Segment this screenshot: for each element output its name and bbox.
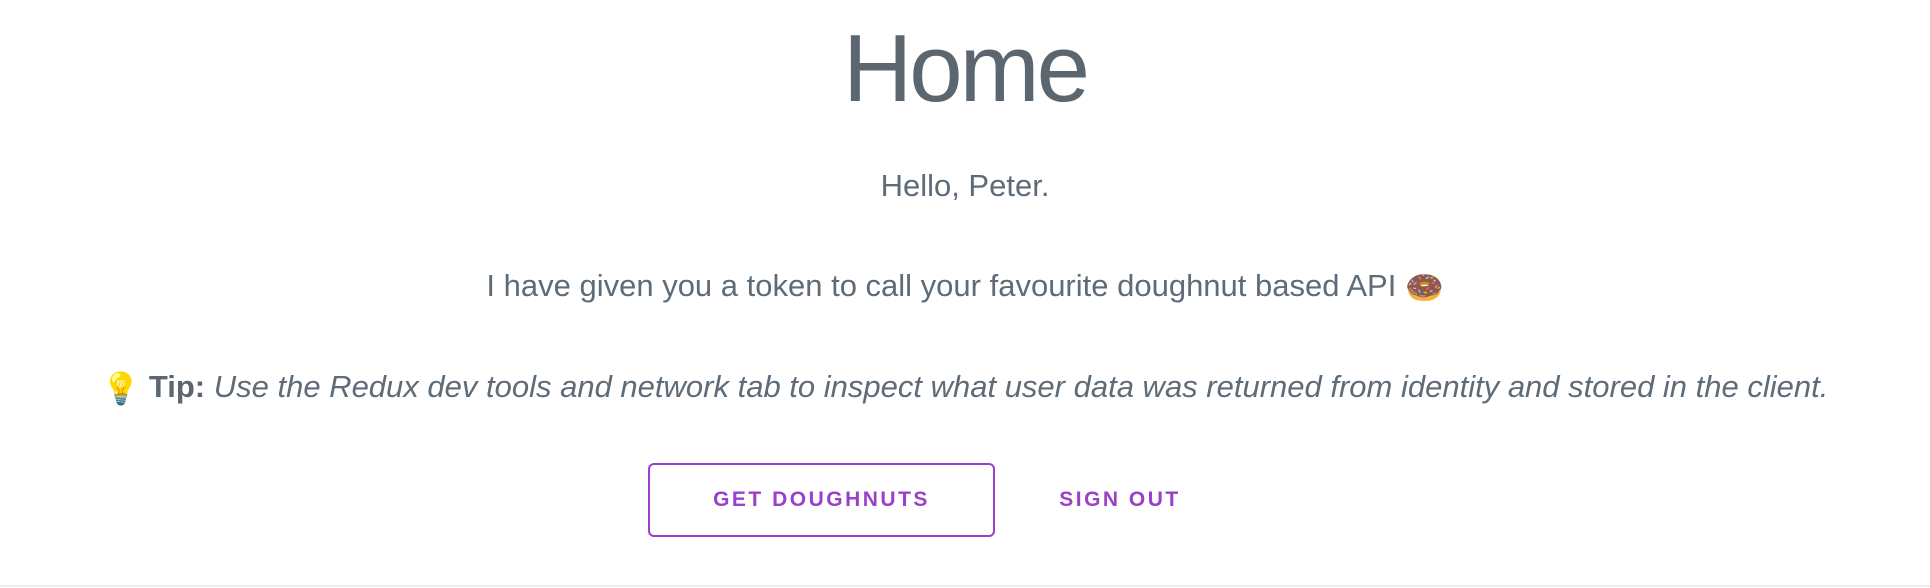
sign-out-button[interactable]: SIGN OUT (1040, 463, 1200, 537)
tip-label: Tip: (148, 369, 206, 404)
token-message-text: I have given you a token to call your fa… (486, 268, 1397, 303)
page-title: Home (842, 15, 1090, 122)
tip-message: 💡 Tip: Use the Redux dev tools and netwo… (0, 367, 1930, 409)
divider (0, 585, 1930, 587)
get-doughnuts-button[interactable]: GET DOUGHNUTS (648, 463, 995, 537)
greeting-text: Hello, Peter. (880, 168, 1050, 203)
action-bar: GET DOUGHNUTS SIGN OUT (0, 463, 1930, 539)
lightbulb-icon: 💡 (101, 370, 141, 406)
tip-text: Use the Redux dev tools and network tab … (213, 369, 1829, 404)
doughnut-icon: 🍩 (1404, 269, 1444, 305)
token-message: I have given you a token to call your fa… (0, 266, 1930, 308)
home-page: Home Hello, Peter. I have given you a to… (0, 0, 1930, 588)
